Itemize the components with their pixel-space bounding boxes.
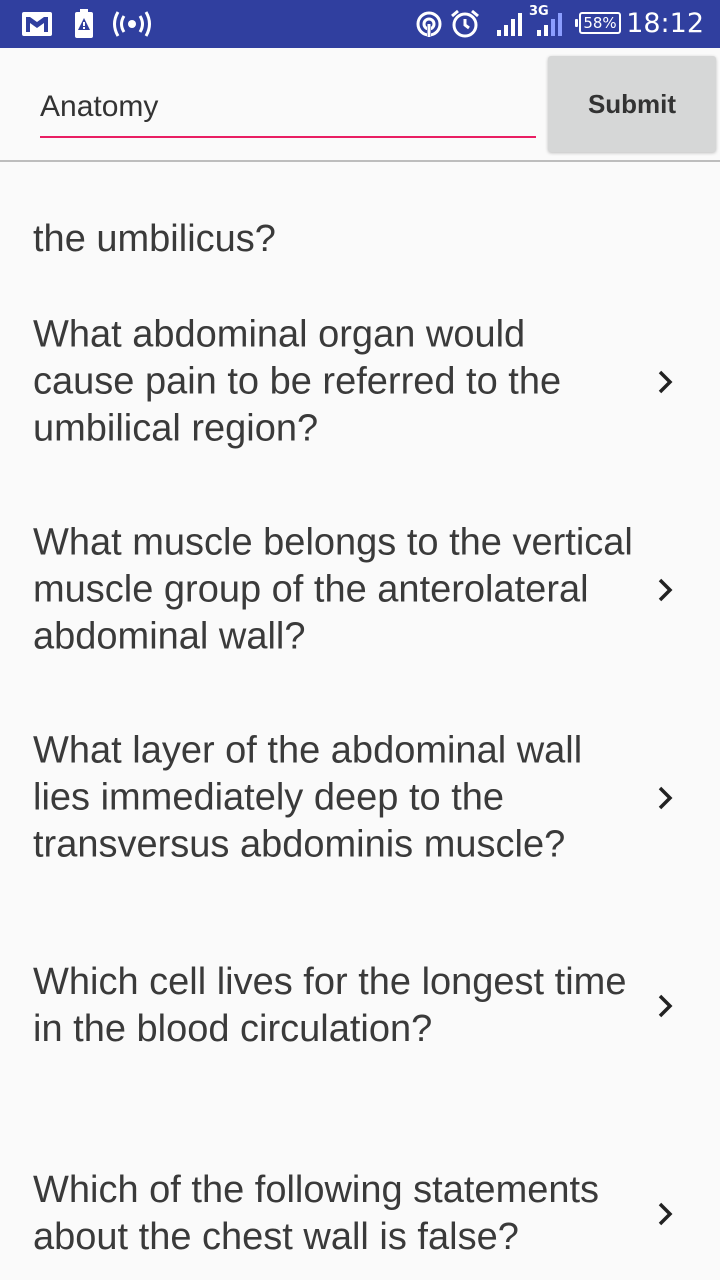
question-item[interactable]: the umbilicus?	[0, 162, 720, 278]
question-item[interactable]: What muscle belongs to the vertical musc…	[0, 486, 720, 694]
gmail-icon	[20, 8, 54, 40]
submit-button[interactable]: Submit	[548, 56, 716, 152]
question-text: Which of the following statements about …	[33, 1169, 600, 1258]
search-input[interactable]	[40, 78, 536, 138]
chevron-right-icon	[658, 370, 673, 394]
question-item[interactable]: Which cell lives for the longest time in…	[0, 902, 720, 1110]
nfc-icon	[414, 8, 444, 40]
hotspot-icon	[112, 8, 152, 40]
battery-icon: 58%	[575, 12, 621, 34]
status-time: 18:12	[626, 8, 704, 39]
question-item[interactable]: What layer of the abdominal wall lies im…	[0, 694, 720, 902]
question-list[interactable]: the umbilicus? What abdominal organ woul…	[0, 162, 720, 1280]
question-item[interactable]: Which of the following statements about …	[0, 1110, 720, 1280]
warning-icon	[72, 8, 96, 40]
chevron-right-icon	[658, 1202, 673, 1226]
question-text: the umbilicus?	[33, 218, 276, 260]
question-text: What layer of the abdominal wall lies im…	[33, 729, 583, 866]
signal-3g-icon	[534, 8, 564, 40]
search-header: Submit	[0, 48, 720, 160]
signal-icon	[494, 8, 524, 40]
question-text: What abdominal organ would cause pain to…	[33, 313, 562, 450]
alarm-icon	[450, 8, 480, 40]
chevron-right-icon	[658, 786, 673, 810]
status-bar: 3G 58% 18:12	[0, 0, 720, 48]
question-text: What muscle belongs to the vertical musc…	[33, 521, 633, 658]
question-text: Which cell lives for the longest time in…	[33, 961, 627, 1050]
chevron-right-icon	[658, 994, 673, 1018]
chevron-right-icon	[658, 578, 673, 602]
question-item[interactable]: What abdominal organ would cause pain to…	[0, 278, 720, 486]
